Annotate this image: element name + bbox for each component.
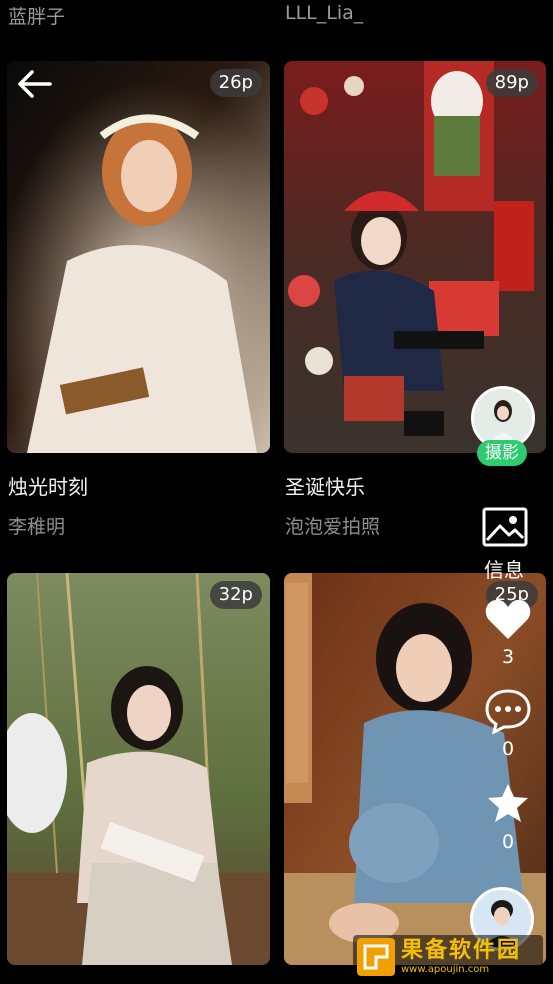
back-arrow-icon[interactable] — [12, 64, 56, 104]
album-card-1[interactable]: 26p — [7, 61, 270, 453]
photo-count-badge-1: 26p — [209, 69, 262, 97]
album-cover-image-3 — [7, 573, 270, 965]
photo-count-badge-3: 32p — [209, 581, 262, 609]
album-title-2[interactable]: 圣诞快乐 — [285, 471, 365, 500]
album-title-1[interactable]: 烛光时刻 — [8, 471, 88, 500]
photo-count-badge-2: 89p — [485, 69, 538, 97]
watermark-url: www.apoujin.com — [401, 963, 490, 975]
info-label[interactable]: 信息 — [484, 554, 524, 583]
favorite-count: 0 — [501, 831, 515, 853]
album-author-2[interactable]: 泡泡爱拍照 — [285, 512, 380, 539]
comment-count: 0 — [501, 738, 515, 760]
heart-icon[interactable] — [483, 596, 533, 642]
watermark-main-text: 果备软件园 — [401, 937, 522, 963]
album-author-1[interactable]: 李稚明 — [8, 512, 65, 539]
watermark-logo-icon — [357, 938, 395, 976]
category-badge: 摄影 — [477, 440, 527, 466]
like-count: 3 — [501, 646, 515, 668]
image-icon[interactable] — [481, 505, 529, 549]
watermark-logo: 果备软件园 www.apoujin.com — [353, 935, 543, 979]
comment-icon[interactable] — [483, 687, 533, 735]
album-cover-image-1 — [7, 61, 270, 453]
star-icon[interactable] — [485, 781, 531, 825]
top-author-right[interactable]: LLL_Lia_ — [285, 2, 363, 24]
top-author-left[interactable]: 蓝胖子 — [8, 2, 65, 29]
album-card-3[interactable]: 32p — [7, 573, 270, 965]
